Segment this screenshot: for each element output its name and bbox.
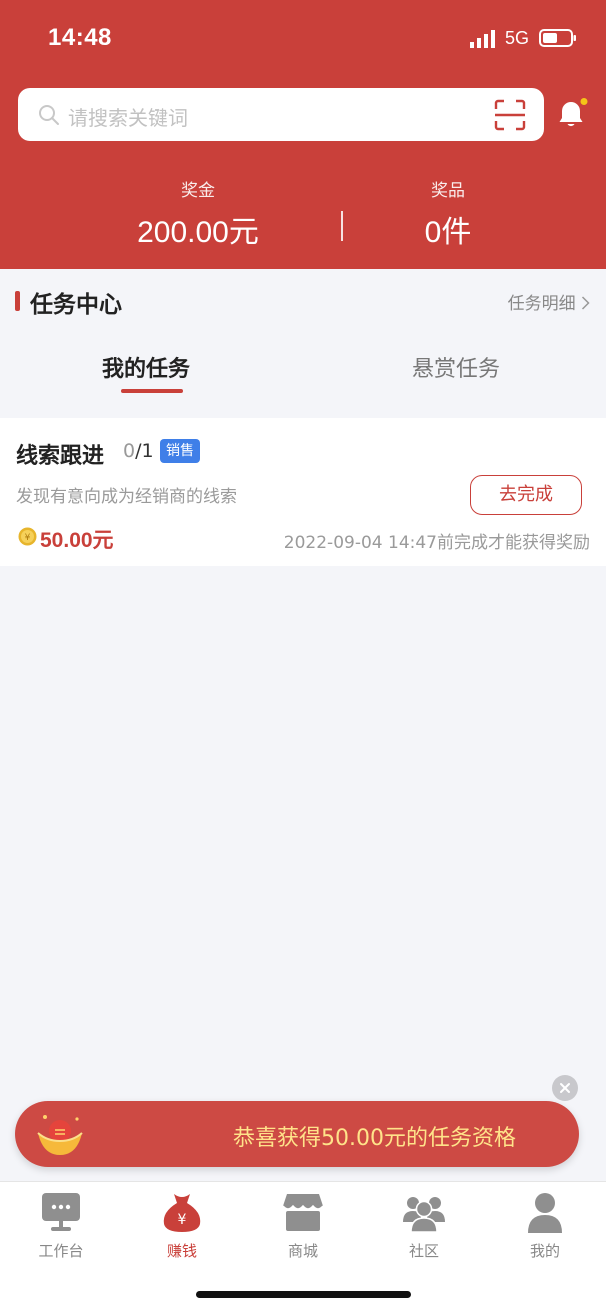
- nav-label-profile: 我的: [529, 1242, 560, 1260]
- tab-bounty-tasks[interactable]: 悬赏任务: [412, 351, 500, 383]
- bonus-value: 200.00元: [137, 216, 259, 249]
- nav-item-earn[interactable]: ¥ 赚钱: [137, 1190, 227, 1261]
- task-center-header: 任务中心 任务明细: [0, 269, 606, 329]
- task-tabs: 我的任务 悬赏任务: [0, 339, 606, 399]
- reward-toast[interactable]: 恭喜获得50.00元的任务资格: [15, 1101, 579, 1167]
- bonus-stat[interactable]: 奖金 200.00元: [98, 176, 298, 251]
- battery-icon: [539, 29, 576, 47]
- chevron-right-icon: [581, 296, 590, 310]
- signal-icon: [470, 30, 495, 48]
- nav-label-workbench: 工作台: [38, 1242, 84, 1260]
- nav-label-store: 商城: [287, 1242, 318, 1260]
- scan-icon[interactable]: [494, 99, 526, 131]
- status-bar: 14:48 5G: [0, 0, 606, 78]
- header: 14:48 5G 请搜索关键词 奖金 200.00元 奖品 0件: [0, 0, 606, 269]
- gold-ingot-icon: [37, 1115, 83, 1155]
- nav-item-profile[interactable]: 我的: [500, 1190, 590, 1261]
- search-input[interactable]: 请搜索关键词: [18, 88, 544, 141]
- task-description: 发现有意向成为经销商的线索: [16, 487, 237, 507]
- nav-item-workbench[interactable]: 工作台: [16, 1190, 106, 1261]
- toast-close-button[interactable]: [552, 1075, 578, 1101]
- money-bag-icon: ¥: [163, 1194, 201, 1232]
- nav-label-earn: 赚钱: [166, 1242, 197, 1260]
- svg-text:¥: ¥: [178, 1212, 187, 1228]
- task-progress-total: /1: [135, 440, 154, 462]
- toast-message: 恭喜获得50.00元的任务资格: [233, 1126, 516, 1151]
- task-deadline: 2022-09-04 14:47前完成才能获得奖励: [283, 533, 590, 553]
- home-indicator[interactable]: [196, 1291, 411, 1298]
- workbench-icon: [42, 1193, 80, 1231]
- task-progress: 0/1: [123, 440, 154, 462]
- prize-stat[interactable]: 奖品 0件: [348, 176, 548, 251]
- task-reward: 50.00元: [40, 529, 114, 552]
- prize-value: 0件: [424, 216, 472, 249]
- tab-my-tasks[interactable]: 我的任务: [102, 351, 190, 383]
- task-card[interactable]: 线索跟进 0/1 销售 发现有意向成为经销商的线索 去完成 ¥ 50.00元 2…: [0, 418, 606, 566]
- community-icon: [403, 1197, 445, 1233]
- search-placeholder: 请搜索关键词: [68, 106, 188, 130]
- bonus-label: 奖金: [181, 181, 215, 201]
- profile-icon: [528, 1193, 562, 1233]
- section-marker: [15, 291, 20, 311]
- task-details-link[interactable]: 任务明细: [508, 289, 590, 314]
- task-tag: 销售: [160, 439, 200, 463]
- nav-item-community[interactable]: 社区: [379, 1190, 469, 1261]
- prize-label: 奖品: [431, 181, 465, 201]
- close-icon: [560, 1083, 570, 1093]
- nav-label-community: 社区: [408, 1242, 439, 1260]
- task-progress-current: 0: [123, 440, 136, 462]
- complete-task-button[interactable]: 去完成: [470, 475, 582, 515]
- search-icon: [39, 105, 59, 125]
- task-details-label: 任务明细: [507, 294, 576, 314]
- section-title: 任务中心: [30, 292, 122, 318]
- stat-divider: [341, 211, 343, 241]
- notification-bell-icon[interactable]: [558, 98, 588, 130]
- task-title: 线索跟进: [16, 444, 105, 469]
- status-time: 14:48: [48, 24, 112, 51]
- store-icon: [282, 1194, 324, 1231]
- nav-item-store[interactable]: 商城: [258, 1190, 348, 1261]
- network-label: 5G: [505, 28, 530, 48]
- coin-icon: ¥: [18, 527, 37, 546]
- active-tab-indicator: [121, 389, 183, 393]
- svg-text:¥: ¥: [25, 533, 31, 543]
